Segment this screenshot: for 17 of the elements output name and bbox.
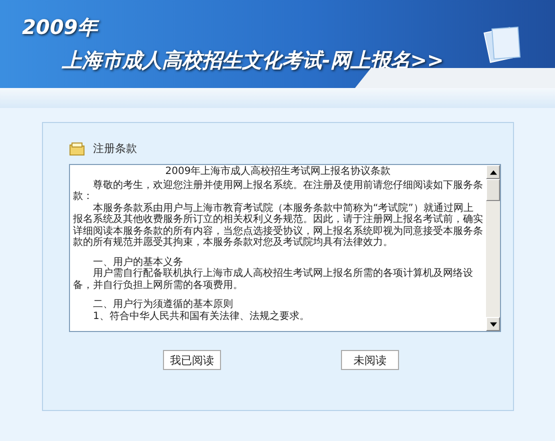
scroll-thumb[interactable] [486, 179, 500, 201]
section-title: 注册条款 [93, 141, 137, 156]
agreement-heading: 2009年上海市成人高校招生考试网上报名协议条款 [164, 166, 392, 178]
read-button[interactable]: 我已阅读 [163, 350, 221, 370]
folder-icon [69, 142, 85, 156]
agreement-paragraph: 一、用户的基本义务 [92, 256, 184, 268]
scrollbar[interactable] [486, 165, 500, 331]
scroll-down-icon[interactable] [490, 322, 496, 326]
agreement-paragraph: 1、符合中华人民共和国有关法律、法规之要求。 [92, 310, 310, 322]
agreement-paragraph: 用户需自行配备联机执行上海市成人高校招生考试网上报名所需的各项计算机及网络设备，并自行负担上网所需的各项费用。 [73, 268, 474, 291]
agreement-textbox[interactable] [69, 164, 501, 332]
agreement-paragraph: 尊敬的考生，欢迎您注册并使用网上报名系统。在注册及使用前请您仔细阅读如下服务条款： [73, 180, 483, 202]
agreement-paragraph: 二、用户行为须遵循的基本原则 [92, 299, 234, 310]
scroll-up-icon[interactable] [490, 170, 496, 174]
banner-year: 2009年 [22, 14, 100, 41]
agreement-paragraph: 本服务条款系由用户与上海市教育考试院（本服务条款中简称为“考试院”）就通过网上报名系统及其他收费服务所订立的相关权利义务规范。因此，请于注册网上报名考试前，确实详细阅读本服务条款的所有内容，当您点选接受协议，网上报名系统即视为同意接受本服务条款的所有规范并愿受其拘束，本服务条款对您及考试院均具有法律效力。 [73, 202, 483, 248]
read-button[interactable]: 未阅读 [341, 350, 399, 370]
